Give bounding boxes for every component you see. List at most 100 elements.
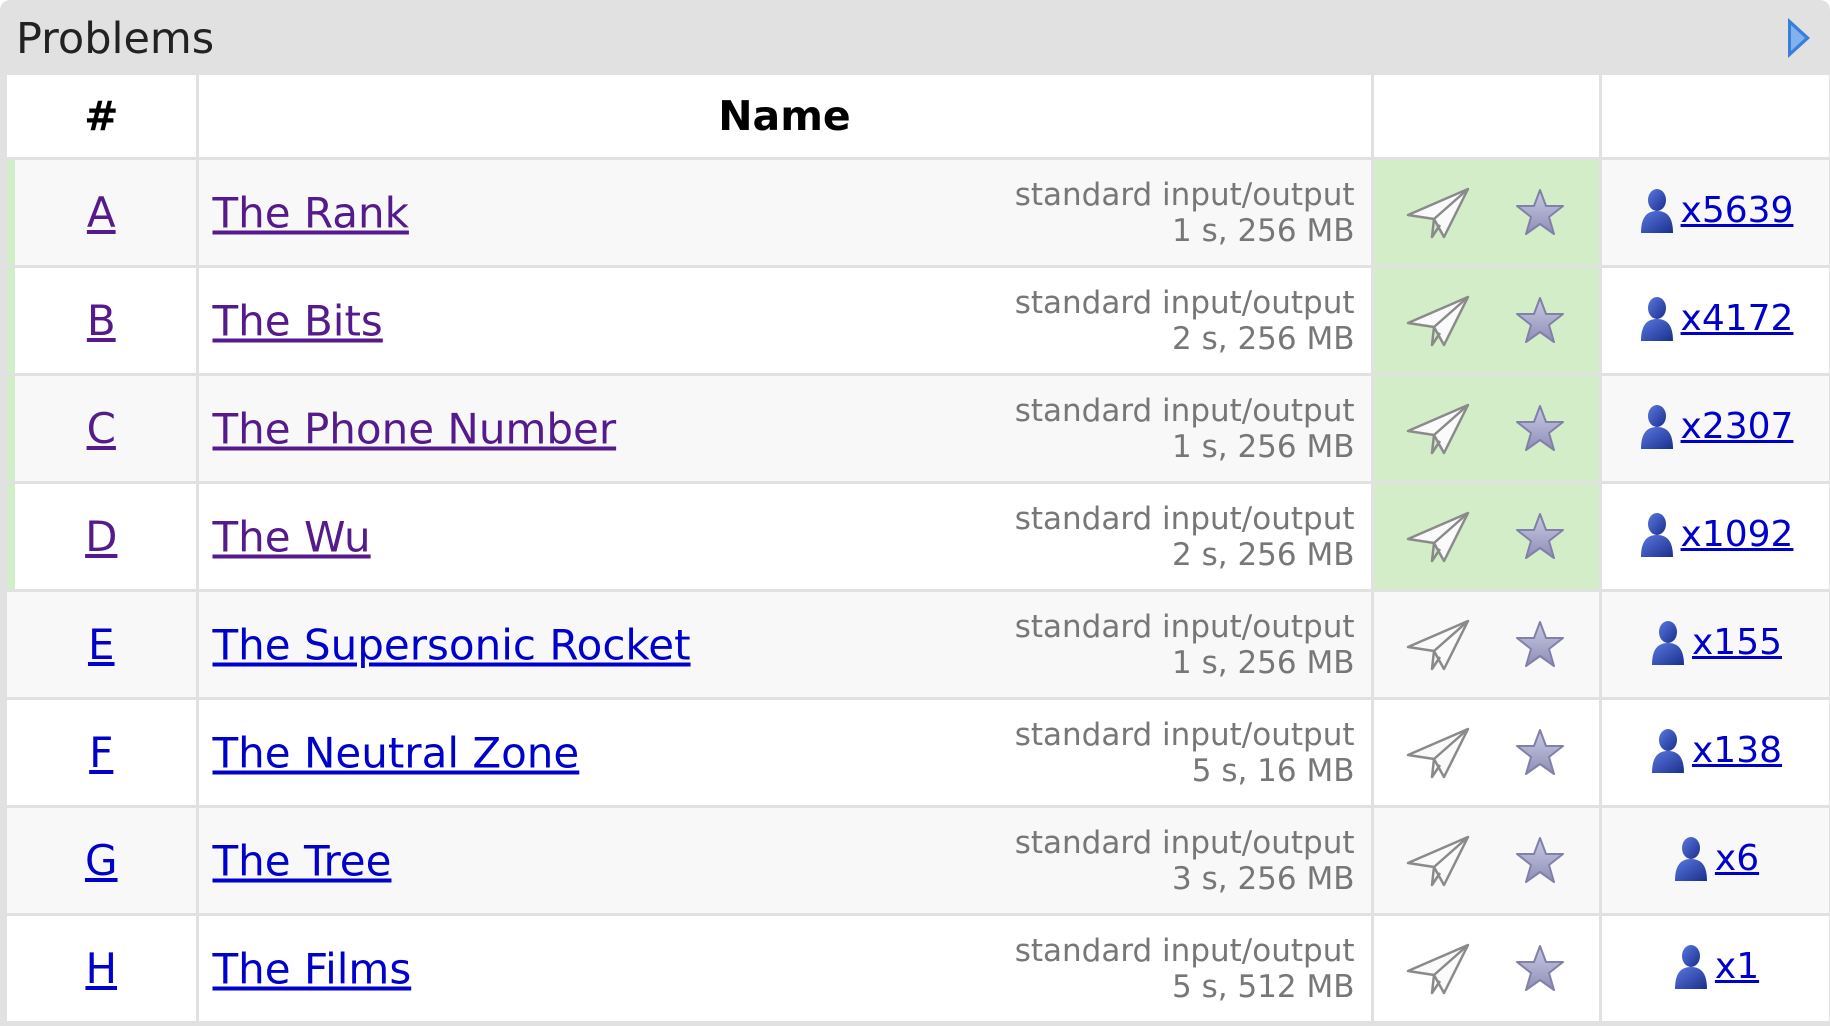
problem-name-link[interactable]: The Films xyxy=(213,944,412,993)
table-row: H The Films standard input/output 5 s, 5… xyxy=(7,914,1830,1024)
table-row: A The Rank standard input/output 1 s, 25… xyxy=(7,158,1830,268)
actions-column-header xyxy=(1372,75,1602,160)
solvers-column-header xyxy=(1600,75,1830,160)
problem-limits: standard input/output 2 s, 256 MB xyxy=(1015,501,1355,573)
problem-index-cell: B xyxy=(7,266,199,376)
solvers-link[interactable]: x5639 xyxy=(1681,190,1794,231)
problem-limits: standard input/output 1 s, 256 MB xyxy=(1015,609,1355,681)
problem-name-link[interactable]: The Bits xyxy=(213,296,383,345)
solvers-count: x6 xyxy=(1671,835,1759,883)
problem-name-cell: The Phone Number standard input/output 1… xyxy=(197,374,1374,484)
paper-plane-icon[interactable] xyxy=(1404,293,1472,349)
problem-index-link[interactable]: G xyxy=(85,836,118,885)
io-type: standard input/output xyxy=(1014,284,1355,321)
problem-solvers-cell: x1092 xyxy=(1600,482,1830,592)
problem-index-link[interactable]: A xyxy=(87,188,116,237)
io-type: standard input/output xyxy=(1014,176,1355,213)
problem-actions-cell xyxy=(1372,158,1602,268)
star-icon[interactable] xyxy=(1514,295,1566,347)
problem-name-link[interactable]: The Supersonic Rocket xyxy=(213,620,691,669)
problem-name-cell: The Films standard input/output 5 s, 512… xyxy=(197,914,1374,1024)
problem-limits: standard input/output 3 s, 256 MB xyxy=(1015,825,1355,897)
star-icon[interactable] xyxy=(1514,403,1566,455)
problem-solvers-cell: x2307 xyxy=(1600,374,1830,484)
solvers-count: x1092 xyxy=(1637,511,1794,559)
star-icon[interactable] xyxy=(1514,835,1566,887)
solvers-link[interactable]: x1 xyxy=(1715,946,1759,987)
index-column-header: # xyxy=(7,75,199,160)
solvers-count: x2307 xyxy=(1637,403,1794,451)
problem-name-link[interactable]: The Wu xyxy=(213,512,371,561)
solvers-link[interactable]: x1092 xyxy=(1681,514,1794,555)
problem-limits: standard input/output 5 s, 512 MB xyxy=(1015,933,1355,1005)
problem-limits: standard input/output 1 s, 256 MB xyxy=(1015,393,1355,465)
problem-index-link[interactable]: C xyxy=(87,404,116,453)
io-type: standard input/output xyxy=(1014,932,1355,969)
problem-limits: standard input/output 2 s, 256 MB xyxy=(1015,285,1355,357)
problem-index-link[interactable]: H xyxy=(85,944,117,993)
star-icon[interactable] xyxy=(1514,727,1566,779)
problem-solvers-cell: x5639 xyxy=(1600,158,1830,268)
paper-plane-icon[interactable] xyxy=(1404,401,1472,457)
solvers-link[interactable]: x138 xyxy=(1692,730,1782,771)
problem-index-cell: D xyxy=(7,482,199,592)
user-icon xyxy=(1640,188,1673,233)
user-icon xyxy=(1651,620,1684,665)
problem-index-cell: F xyxy=(7,698,199,808)
paper-plane-icon[interactable] xyxy=(1404,941,1472,997)
problem-name-cell: The Neutral Zone standard input/output 5… xyxy=(197,698,1374,808)
time-memory-limits: 1 s, 256 MB xyxy=(1172,212,1355,249)
problem-limits: standard input/output 1 s, 256 MB xyxy=(1015,177,1355,249)
problem-index-link[interactable]: B xyxy=(87,296,116,345)
time-memory-limits: 1 s, 256 MB xyxy=(1172,644,1355,681)
problems-table: # Name A The Rank standard input/output … xyxy=(7,75,1830,1024)
user-icon xyxy=(1651,728,1684,773)
table-row: E The Supersonic Rocket standard input/o… xyxy=(7,590,1830,700)
problem-name-link[interactable]: The Tree xyxy=(213,836,392,885)
solvers-count: x4172 xyxy=(1637,295,1794,343)
problems-panel: Problems # Name A The Rank standard inpu… xyxy=(0,0,1830,1026)
time-memory-limits: 1 s, 256 MB xyxy=(1172,428,1355,465)
problem-name-cell: The Rank standard input/output 1 s, 256 … xyxy=(197,158,1374,268)
problem-solvers-cell: x6 xyxy=(1600,806,1830,916)
io-type: standard input/output xyxy=(1014,392,1355,429)
user-icon xyxy=(1640,296,1673,341)
problem-index-cell: C xyxy=(7,374,199,484)
problem-name-link[interactable]: The Phone Number xyxy=(213,404,617,453)
io-type: standard input/output xyxy=(1014,608,1355,645)
paper-plane-icon[interactable] xyxy=(1404,509,1472,565)
solvers-count: x1 xyxy=(1671,943,1759,991)
problem-solvers-cell: x155 xyxy=(1600,590,1830,700)
table-row: F The Neutral Zone standard input/output… xyxy=(7,698,1830,808)
problem-name-link[interactable]: The Rank xyxy=(213,188,409,237)
collapse-arrow-icon[interactable] xyxy=(1788,18,1810,58)
solvers-link[interactable]: x4172 xyxy=(1681,298,1794,339)
problem-index-link[interactable]: F xyxy=(89,728,113,777)
solvers-link[interactable]: x6 xyxy=(1715,838,1759,879)
paper-plane-icon[interactable] xyxy=(1404,725,1472,781)
paper-plane-icon[interactable] xyxy=(1404,617,1472,673)
star-icon[interactable] xyxy=(1514,187,1566,239)
problem-index-link[interactable]: D xyxy=(85,512,117,561)
table-row: G The Tree standard input/output 3 s, 25… xyxy=(7,806,1830,916)
problem-actions-cell xyxy=(1372,698,1602,808)
problem-name-link[interactable]: The Neutral Zone xyxy=(213,728,580,777)
problem-name-cell: The Supersonic Rocket standard input/out… xyxy=(197,590,1374,700)
star-icon[interactable] xyxy=(1514,619,1566,671)
star-icon[interactable] xyxy=(1514,511,1566,563)
problem-actions-cell xyxy=(1372,590,1602,700)
problem-name-cell: The Tree standard input/output 3 s, 256 … xyxy=(197,806,1374,916)
problem-index-link[interactable]: E xyxy=(88,620,115,669)
problem-name-cell: The Bits standard input/output 2 s, 256 … xyxy=(197,266,1374,376)
paper-plane-icon[interactable] xyxy=(1404,833,1472,889)
solvers-link[interactable]: x2307 xyxy=(1681,406,1794,447)
problem-actions-cell xyxy=(1372,266,1602,376)
problem-index-cell: A xyxy=(7,158,199,268)
time-memory-limits: 2 s, 256 MB xyxy=(1172,320,1355,357)
table-row: D The Wu standard input/output 2 s, 256 … xyxy=(7,482,1830,592)
time-memory-limits: 2 s, 256 MB xyxy=(1172,536,1355,573)
paper-plane-icon[interactable] xyxy=(1404,185,1472,241)
time-memory-limits: 5 s, 512 MB xyxy=(1172,968,1355,1005)
solvers-link[interactable]: x155 xyxy=(1692,622,1782,663)
star-icon[interactable] xyxy=(1514,943,1566,995)
